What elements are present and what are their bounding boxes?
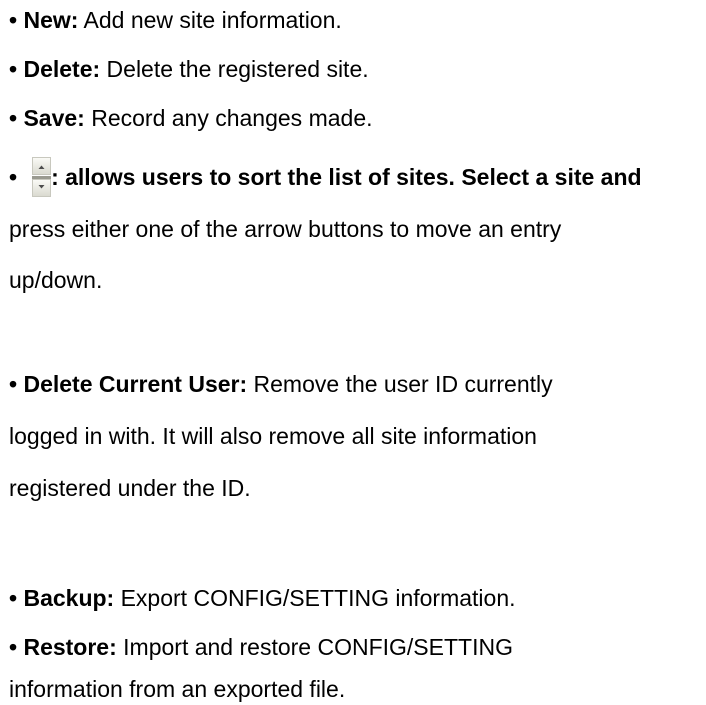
item-delete: • Delete: Delete the registered site. [9, 55, 369, 83]
sort-line-3: up/down. [9, 267, 103, 293]
item-text: Record any changes made. [91, 105, 373, 131]
bullet: • [9, 56, 18, 82]
item-new: • New: Add new site information. [9, 6, 342, 34]
sort-line-2: press either one of the arrow buttons to… [9, 216, 562, 242]
bullet: • [9, 105, 18, 131]
item-save: • Save: Record any changes made. [9, 104, 373, 132]
item-label: Save: [23, 105, 85, 131]
sort-description: : allows users to sort the list of sites… [51, 164, 642, 190]
bullet: • [9, 164, 18, 190]
bullet: • [9, 634, 18, 660]
item-text: Add new site information. [83, 7, 342, 33]
item-text: Remove the user ID currently [253, 371, 553, 397]
item-restore: • Restore: Import and restore CONFIG/SET… [9, 633, 513, 661]
restore-line-2: information from an exported file. [9, 676, 346, 702]
item-label: New: [23, 7, 79, 33]
item-text: Import and restore CONFIG/SETTING [123, 634, 513, 660]
item-text: Export CONFIG/SETTING information. [120, 585, 516, 611]
bullet: • [9, 371, 18, 397]
item-label: Delete Current User: [23, 371, 248, 397]
item-backup: • Backup: Export CONFIG/SETTING informat… [9, 584, 516, 612]
delete-user-line-3: registered under the ID. [9, 475, 251, 501]
bullet: • [9, 7, 18, 33]
delete-user-line-2: logged in with. It will also remove all … [9, 423, 537, 449]
item-label: Delete: [23, 56, 101, 82]
item-text: Delete the registered site. [106, 56, 369, 82]
item-label: Backup: [23, 585, 115, 611]
sort-line-1: • : allows users to sort the list of site… [9, 163, 642, 191]
item-label: Restore: [23, 634, 117, 660]
bullet: • [9, 585, 18, 611]
item-delete-current-user: • Delete Current User: Remove the user I… [9, 370, 553, 398]
